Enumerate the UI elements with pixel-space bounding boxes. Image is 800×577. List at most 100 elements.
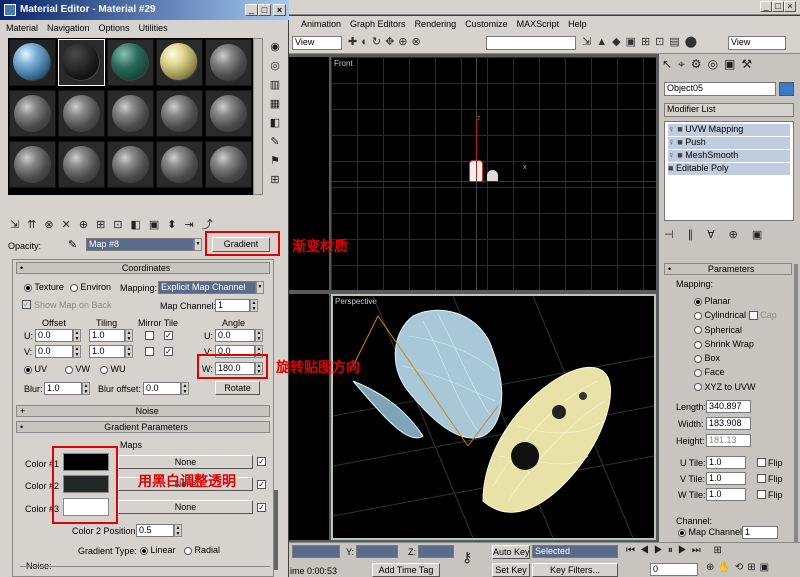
perspective-viewport[interactable]: Perspective bbox=[331, 294, 656, 540]
u-offset-field[interactable]: 0.0 bbox=[35, 329, 73, 342]
max-window-controls[interactable]: _ □ × bbox=[760, 1, 798, 13]
uv-radio[interactable]: UV bbox=[24, 364, 47, 374]
sample-slot-2-active[interactable] bbox=[62, 43, 99, 80]
x-coord-field[interactable] bbox=[292, 545, 340, 558]
v-tiling-spinner[interactable]: ▲ ▼ bbox=[125, 345, 133, 358]
map-channel-field[interactable]: 1 bbox=[215, 299, 250, 312]
noise-rollout-header[interactable]: + Noise bbox=[16, 405, 270, 417]
menu-navigation[interactable]: Navigation bbox=[47, 23, 90, 33]
minimize-button[interactable]: _ bbox=[245, 4, 258, 16]
cmd-vtile-field[interactable]: 1.0 bbox=[706, 472, 746, 485]
v-tile-checkbox[interactable]: ✓ bbox=[164, 347, 173, 356]
named-selection-dropdown[interactable] bbox=[486, 36, 576, 50]
cmd-parameters-rollout[interactable]: • Parameters bbox=[664, 263, 792, 275]
menu-customize[interactable]: Customize bbox=[465, 19, 508, 29]
v-offset-spinner[interactable]: ▲ ▼ bbox=[73, 345, 81, 358]
toolbar-icons-right[interactable]: ⇲▲◆▣⊞⊡▤⬤ bbox=[582, 35, 722, 51]
v-offset-field[interactable]: 0.0 bbox=[35, 345, 73, 358]
color3-map-checkbox[interactable]: ✓ bbox=[257, 503, 266, 512]
menu-help[interactable]: Help bbox=[568, 19, 587, 29]
add-time-tag-button[interactable]: Add Time Tag bbox=[372, 563, 440, 577]
modifier-stack-item-uvw[interactable]: ♀ ■ UVW Mapping bbox=[668, 124, 790, 136]
cmd-utile-field[interactable]: 1.0 bbox=[706, 456, 746, 469]
modifier-stack-item-editable-poly[interactable]: ■ Editable Poly bbox=[668, 163, 790, 175]
cmd-map-channel-field[interactable]: 1 bbox=[742, 526, 778, 539]
modifier-stack-item-meshsmooth[interactable]: ♀ ■ MeshSmooth bbox=[668, 150, 790, 162]
sample-slot-3[interactable] bbox=[111, 43, 148, 80]
cmd-width-field[interactable]: 183.908 bbox=[706, 417, 751, 430]
mapping-dropdown-arrow[interactable]: ▼ bbox=[256, 281, 264, 294]
menu-animation[interactable]: Animation bbox=[301, 19, 341, 29]
nav-controls[interactable]: ⊕✋⟲⊞▣ bbox=[706, 562, 796, 576]
map-name-field[interactable]: Map #8 bbox=[86, 238, 194, 251]
u-tile-checkbox[interactable]: ✓ bbox=[164, 331, 173, 340]
u-mirror-checkbox[interactable] bbox=[145, 331, 154, 340]
texture-radio[interactable]: Texture bbox=[24, 282, 64, 292]
set-key-button[interactable]: Set Key bbox=[492, 563, 530, 577]
frame-field[interactable]: 0 bbox=[650, 563, 698, 576]
menu-material[interactable]: Material bbox=[6, 23, 38, 33]
toolbar-icons-left[interactable]: ✚◐↻✥⊕⊗ bbox=[348, 35, 478, 51]
modifier-stack-buttons[interactable]: ⊣∥∀⊕▣ bbox=[664, 228, 794, 244]
selected-dropdown[interactable]: Selected bbox=[532, 545, 618, 558]
playback-controls[interactable]: ⏮◀▶⏸▶⏭ ⊞ bbox=[626, 545, 796, 559]
environ-radio[interactable]: Environ bbox=[70, 282, 111, 292]
v-mirror-checkbox[interactable] bbox=[145, 347, 154, 356]
menu-rendering[interactable]: Rendering bbox=[415, 19, 457, 29]
key-filters-button[interactable]: Key Filters... bbox=[532, 563, 618, 577]
sample-slot-1[interactable] bbox=[13, 43, 50, 80]
vw-radio[interactable]: VW bbox=[65, 364, 90, 374]
modifier-list-dropdown[interactable]: Modifier List bbox=[664, 103, 794, 117]
u-tiling-field[interactable]: 1.0 bbox=[89, 329, 125, 342]
u-angle-spinner[interactable]: ▲ ▼ bbox=[255, 329, 263, 342]
auto-key-button[interactable]: Auto Key bbox=[492, 545, 530, 559]
command-panel-tabs[interactable]: ↖⌖⚙◎▣⚒ bbox=[662, 57, 797, 77]
u-tiling-spinner[interactable]: ▲ ▼ bbox=[125, 329, 133, 342]
maximize-button[interactable]: □ bbox=[258, 4, 271, 16]
blur-spinner[interactable]: ▲ ▼ bbox=[82, 382, 90, 395]
menu-utilities[interactable]: Utilities bbox=[139, 23, 168, 33]
blur-offset-spinner[interactable]: ▲ ▼ bbox=[181, 382, 189, 395]
color2-position-field[interactable]: 0.5 bbox=[136, 524, 174, 537]
gradient-params-rollout-header[interactable]: • Gradient Parameters bbox=[16, 421, 270, 433]
view-dropdown-2[interactable]: View bbox=[728, 36, 786, 50]
menu-options[interactable]: Options bbox=[99, 23, 130, 33]
cmd-scrollbar[interactable] bbox=[794, 264, 798, 544]
view-dropdown-1[interactable]: View bbox=[292, 36, 342, 50]
menu-maxscript[interactable]: MAXScript bbox=[517, 19, 560, 29]
cmd-mapping-options[interactable]: Planar Cylindrical Cap Spherical Shrink … bbox=[694, 294, 794, 394]
eyedropper-icon[interactable]: ✎ bbox=[68, 238, 77, 251]
front-viewport[interactable]: Front z x bbox=[331, 57, 656, 290]
cmd-wtile-field[interactable]: 1.0 bbox=[706, 488, 746, 501]
y-coord-field[interactable] bbox=[356, 545, 398, 558]
object-name-field[interactable]: Object05 bbox=[664, 82, 776, 96]
u-offset-spinner[interactable]: ▲ ▼ bbox=[73, 329, 81, 342]
modifier-stack-item-push[interactable]: ♀ ■ Push bbox=[668, 137, 790, 149]
sample-slot-scrollbar[interactable] bbox=[253, 38, 263, 195]
linear-radio[interactable]: Linear bbox=[140, 545, 176, 555]
color2-map-checkbox[interactable]: ✓ bbox=[257, 480, 266, 489]
color1-map-button[interactable]: None bbox=[118, 455, 253, 469]
cmd-height-field[interactable]: 181.13 bbox=[706, 434, 751, 447]
z-coord-field[interactable] bbox=[418, 545, 454, 558]
menu-graph-editors[interactable]: Graph Editors bbox=[350, 19, 406, 29]
cmd-length-field[interactable]: 340.897 bbox=[706, 400, 751, 413]
cmd-vtile-flip-checkbox[interactable] bbox=[757, 474, 766, 483]
mapping-dropdown[interactable]: Explicit Map Channel bbox=[158, 281, 256, 294]
map-name-dropdown-arrow[interactable]: ▼ bbox=[194, 238, 202, 251]
color2-position-spinner[interactable]: ▲ ▼ bbox=[174, 524, 182, 537]
object-color-swatch[interactable] bbox=[779, 82, 794, 96]
color1-map-checkbox[interactable]: ✓ bbox=[257, 457, 266, 466]
side-toolbar[interactable]: ◉ ◎ ▥ ▦ ◧ ✎ ⚑ ⊞ bbox=[266, 38, 284, 198]
map-channel-spinner[interactable]: ▲ ▼ bbox=[250, 299, 258, 312]
cmd-utile-flip-checkbox[interactable] bbox=[757, 458, 766, 467]
show-map-on-back-checkbox[interactable]: ✓ bbox=[22, 300, 31, 309]
cmd-wtile-flip-checkbox[interactable] bbox=[757, 490, 766, 499]
blur-offset-field[interactable]: 0.0 bbox=[143, 382, 181, 395]
coordinates-rollout-header[interactable]: • Coordinates bbox=[16, 262, 270, 274]
v-tiling-field[interactable]: 1.0 bbox=[89, 345, 125, 358]
radial-radio[interactable]: Radial bbox=[184, 545, 220, 555]
color3-map-button[interactable]: None bbox=[118, 500, 253, 514]
u-angle-field[interactable]: 0.0 bbox=[215, 329, 255, 342]
key-icon[interactable]: ⚷ bbox=[462, 549, 472, 566]
